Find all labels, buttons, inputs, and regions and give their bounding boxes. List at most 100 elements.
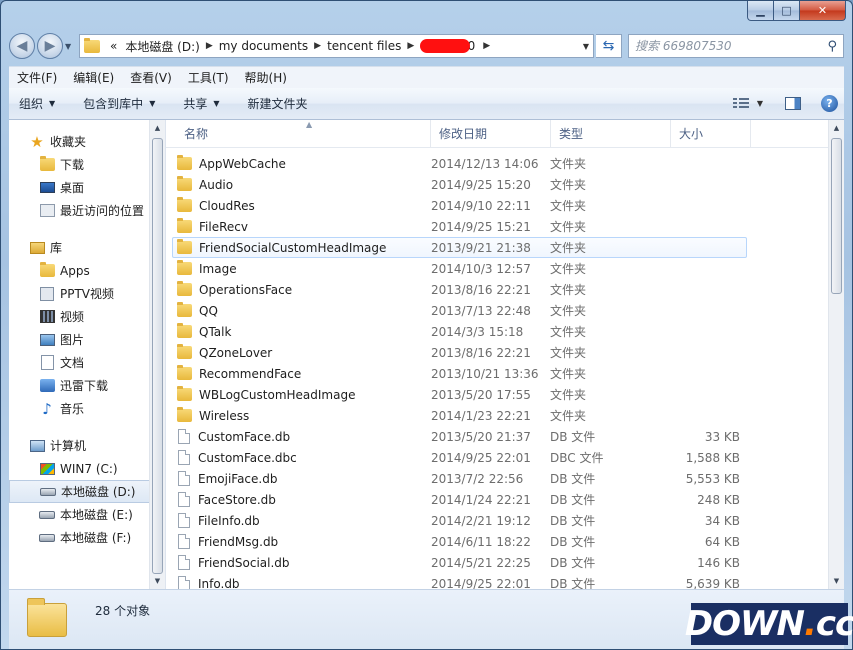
breadcrumb-tencent-files[interactable]: tencent files	[327, 39, 401, 53]
nav-libraries[interactable]: 库	[9, 236, 165, 259]
help-icon[interactable]: ?	[821, 95, 838, 112]
column-size[interactable]: 大小	[671, 120, 751, 148]
item-count: 28 个对象	[95, 604, 151, 618]
preview-pane-icon[interactable]	[785, 97, 801, 110]
table-row[interactable]: OperationsFace 2013/8/16 22:21 文件夹	[172, 279, 747, 300]
nav-drive-f[interactable]: 本地磁盘 (F:)	[9, 526, 165, 549]
nav-scrollbar[interactable]: ▲ ▼	[149, 120, 165, 589]
nav-apps[interactable]: Apps	[9, 259, 165, 282]
scroll-up-icon[interactable]: ▲	[829, 120, 844, 136]
folder-icon	[177, 323, 192, 338]
view-options-icon[interactable]	[732, 97, 749, 110]
new-folder-button[interactable]: 新建文件夹	[248, 95, 308, 112]
recent-pages-dropdown[interactable]: ▼	[65, 42, 75, 51]
table-row[interactable]: EmojiFace.db 2013/7/2 22:56 DB 文件 5,553 KB	[172, 468, 747, 489]
organize-button[interactable]: 组织 ▼	[19, 95, 55, 112]
xunlei-icon	[39, 379, 55, 392]
nav-label: 最近访问的位置	[60, 204, 145, 218]
nav-pptv[interactable]: PPTV视频	[9, 282, 165, 305]
nav-desktop[interactable]: 桌面	[9, 176, 165, 199]
nav-recent-places[interactable]: 最近访问的位置	[9, 199, 165, 222]
desktop-icon	[39, 182, 55, 193]
table-row[interactable]: AppWebCache 2014/12/13 14:06 文件夹	[172, 153, 747, 174]
table-row[interactable]: CustomFace.dbc 2014/9/25 22:01 DBC 文件 1,588…	[172, 447, 747, 468]
file-type: DB 文件	[550, 430, 596, 444]
file-type: 文件夹	[550, 346, 587, 360]
close-button[interactable]: ✕	[800, 1, 846, 21]
chevron-down-icon: ▼	[49, 99, 56, 108]
column-date-modified[interactable]: 修改日期	[431, 120, 551, 148]
minimize-button[interactable]: ▁	[747, 1, 774, 21]
table-row[interactable]: Info.db 2014/9/25 22:01 DB 文件 5,639 KB	[172, 573, 747, 589]
downloads-folder-icon	[39, 156, 55, 171]
column-name[interactable]: 名称	[166, 120, 431, 148]
table-row[interactable]: FaceStore.db 2014/1/24 22:21 DB 文件 248 KB	[172, 489, 747, 510]
table-row[interactable]: RecommendFace 2013/10/21 13:36 文件夹	[172, 363, 747, 384]
menu-view[interactable]: 查看(V)	[122, 69, 180, 86]
breadcrumb-separator-icon[interactable]: ▶	[314, 41, 321, 51]
folder-icon	[177, 218, 192, 233]
menu-help[interactable]: 帮助(H)	[237, 69, 295, 86]
search-box[interactable]: ⚲	[628, 34, 844, 58]
table-row[interactable]: CloudRes 2014/9/10 22:11 文件夹	[172, 195, 747, 216]
nav-downloads[interactable]: 下载	[9, 153, 165, 176]
nav-music[interactable]: ♪ 音乐	[9, 397, 165, 420]
table-row[interactable]: QZoneLover 2013/8/16 22:21 文件夹	[172, 342, 747, 363]
nav-favorites[interactable]: ★ 收藏夹	[9, 130, 165, 153]
table-row[interactable]: WBLogCustomHeadImage 2013/5/20 17:55 文件夹	[172, 384, 747, 405]
nav-computer[interactable]: 计算机	[9, 434, 165, 457]
address-bar[interactable]: « 本地磁盘 (D:) ▶ my documents ▶ tencent fil…	[79, 34, 594, 58]
sort-indicator-icon: ▲	[306, 120, 313, 129]
file-name-text: FaceStore.db	[198, 492, 276, 507]
nav-videos[interactable]: 视频	[9, 305, 165, 328]
menu-edit[interactable]: 编辑(E)	[65, 69, 122, 86]
nav-drive-d[interactable]: 本地磁盘 (D:)	[9, 480, 159, 503]
breadcrumb-separator-icon[interactable]: ▶	[483, 41, 490, 51]
table-row[interactable]: Image 2014/10/3 12:57 文件夹	[172, 258, 747, 279]
star-icon: ★	[30, 132, 44, 151]
nav-drive-e[interactable]: 本地磁盘 (E:)	[9, 503, 165, 526]
back-button[interactable]: ◀	[9, 33, 35, 59]
breadcrumb-separator-icon[interactable]: ▶	[206, 41, 213, 51]
table-row[interactable]: Wireless 2014/1/23 22:21 文件夹	[172, 405, 747, 426]
file-list-scrollbar[interactable]: ▲ ▼	[828, 120, 844, 589]
scroll-down-icon[interactable]: ▼	[150, 573, 165, 589]
breadcrumb-my-documents[interactable]: my documents	[219, 39, 308, 53]
menu-file[interactable]: 文件(F)	[9, 69, 65, 86]
address-dropdown-icon[interactable]: ▼	[583, 42, 589, 51]
table-row[interactable]: FriendSocialCustomHeadImage 2013/9/21 21:…	[172, 237, 747, 258]
file-name-text: FriendSocial.db	[198, 555, 290, 570]
breadcrumb-overflow[interactable]: «	[110, 39, 117, 53]
nav-drive-c[interactable]: WIN7 (C:)	[9, 457, 165, 480]
scroll-up-icon[interactable]: ▲	[150, 120, 165, 136]
nav-pictures[interactable]: 图片	[9, 328, 165, 351]
view-dropdown-icon[interactable]: ▼	[757, 99, 763, 108]
file-type: 文件夹	[550, 304, 587, 318]
table-row[interactable]: FriendMsg.db 2014/6/11 18:22 DB 文件 64 KB	[172, 531, 747, 552]
folder-icon	[177, 239, 192, 254]
refresh-button[interactable]: ⇆	[596, 34, 622, 58]
file-icon	[178, 450, 190, 465]
table-row[interactable]: Audio 2014/9/25 15:20 文件夹	[172, 174, 747, 195]
maximize-button[interactable]: □	[774, 1, 800, 21]
table-row[interactable]: FileInfo.db 2014/2/21 19:12 DB 文件 34 KB	[172, 510, 747, 531]
table-row[interactable]: QQ 2013/7/13 22:48 文件夹	[172, 300, 747, 321]
column-type[interactable]: 类型	[551, 120, 671, 148]
table-row[interactable]: CustomFace.db 2013/5/20 21:37 DB 文件 33 KB	[172, 426, 747, 447]
breadcrumb-drive-d[interactable]: 本地磁盘 (D:)	[125, 38, 199, 55]
table-row[interactable]: QTalk 2014/3/3 15:18 文件夹	[172, 321, 747, 342]
table-row[interactable]: FriendSocial.db 2014/5/21 22:25 DB 文件 146 K…	[172, 552, 747, 573]
table-row[interactable]: FileRecv 2014/9/25 15:21 文件夹	[172, 216, 747, 237]
scroll-down-icon[interactable]: ▼	[829, 573, 844, 589]
search-input[interactable]	[635, 39, 828, 53]
breadcrumb-separator-icon[interactable]: ▶	[407, 41, 414, 51]
forward-button[interactable]: ▶	[37, 33, 63, 59]
nav-xunlei[interactable]: 迅雷下载	[9, 374, 165, 397]
nav-documents[interactable]: 文档	[9, 351, 165, 374]
menu-tools[interactable]: 工具(T)	[180, 69, 237, 86]
search-icon[interactable]: ⚲	[827, 39, 837, 54]
file-scroll-thumb[interactable]	[831, 138, 842, 294]
include-library-button[interactable]: 包含到库中 ▼	[83, 95, 155, 112]
nav-scroll-thumb[interactable]	[152, 138, 163, 574]
share-button[interactable]: 共享 ▼	[183, 95, 219, 112]
